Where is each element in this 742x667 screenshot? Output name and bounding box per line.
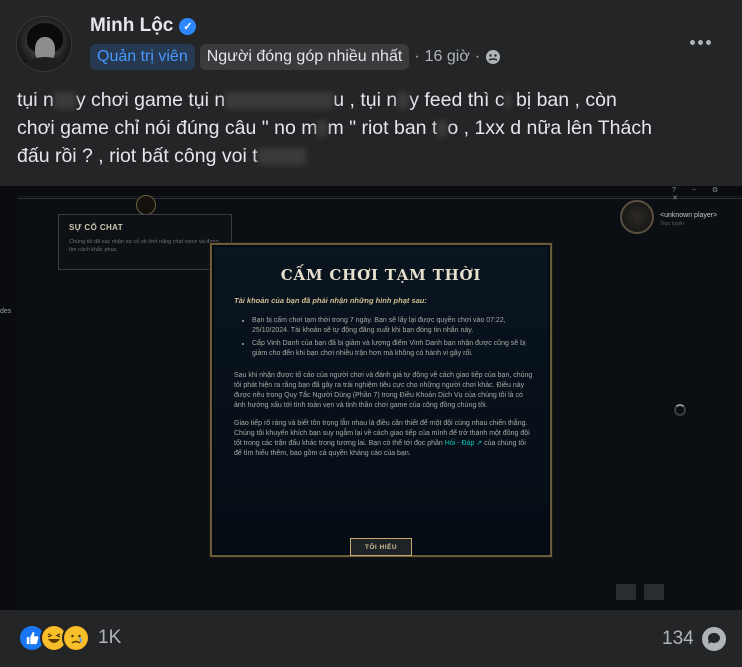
chat-icon [616, 584, 636, 600]
top-contributor-badge[interactable]: Người đóng góp nhiều nhất [199, 44, 410, 70]
verified-icon: ✓ [179, 17, 197, 35]
game-top-border [18, 198, 742, 199]
author-badges: Quản trị viên Người đóng góp nhiều nhất … [90, 44, 501, 70]
player-avatar [620, 200, 654, 234]
post-text: y chơi game tụi n [75, 89, 226, 111]
post-text: chơi game chỉ nói đúng câu " no m [17, 117, 318, 139]
post-time[interactable]: 16 giờ [425, 48, 470, 66]
post-body: tụi n y chơi game tụi n u , tụi n y feed th… [17, 86, 729, 170]
modal-body: Tài khoản của bạn đã phải nhận những hìn… [234, 296, 534, 467]
reaction-summary[interactable]: 1K [18, 624, 121, 652]
author-name[interactable]: Minh Lộc [90, 15, 173, 37]
penalty-item: Cấp Vinh Danh của bạn đã bị giảm và lượn… [252, 339, 534, 359]
modal-heading: Tài khoản của bạn đã phải nhận những hìn… [234, 296, 427, 305]
modal-paragraph: Sau khi nhận được tố cáo của người chơi … [234, 372, 533, 409]
faq-link[interactable]: Hỏi - Đáp ↗ [445, 440, 482, 447]
censored-text [317, 120, 328, 138]
censored-text [437, 120, 448, 138]
issue-title: SỰ CỐ CHAT [69, 223, 124, 232]
censored-text [397, 92, 410, 110]
acknowledge-button[interactable]: TÔI HIỂU [350, 538, 412, 556]
more-icon-dot [697, 39, 703, 45]
admin-badge[interactable]: Quản trị viên [90, 44, 195, 70]
author-name-row: Minh Lộc ✓ [90, 15, 197, 37]
censored-text [53, 92, 76, 110]
post-text: o , 1xx d nữa lên Thách [447, 117, 652, 139]
attached-screenshot[interactable]: ? − ⚙ ✕ SỰ CỐ CHAT Chúng tôi đã xác nhận… [0, 186, 742, 610]
post-text: bị ban , còn [510, 89, 617, 111]
player-name: <unknown player> [660, 212, 718, 219]
modal-paragraph: Giao tiếp rõ ràng và biết tôn trọng lẫn … [234, 419, 534, 459]
chat-issue-panel: SỰ CỐ CHAT Chúng tôi đã xác nhận sự cố v… [58, 214, 232, 270]
friends-icon [644, 584, 664, 600]
censored-text [504, 92, 511, 110]
more-icon-dot [689, 39, 695, 45]
comment-count: 134 [662, 628, 694, 649]
modal-title: CẤM CHƠI TẠM THỜI [280, 266, 482, 284]
post-text: y feed thì c [409, 89, 505, 111]
avatar-body [23, 57, 67, 71]
more-options-button[interactable] [682, 29, 718, 55]
author-avatar[interactable] [16, 16, 72, 72]
separator: · [474, 48, 481, 65]
comment-icon [701, 627, 726, 651]
loading-spinner-icon [674, 404, 686, 416]
player-profile: <unknown player> Trực tuyến [620, 200, 717, 234]
player-status: Trực tuyến [660, 221, 685, 227]
issue-text: Chúng tôi đã xác nhận sự cố về tính năng… [69, 239, 219, 253]
separator: · [414, 48, 420, 65]
care-icon [62, 624, 90, 652]
facebook-post: Minh Lộc ✓ Quản trị viên Người đóng góp … [0, 0, 742, 667]
comment-summary[interactable]: 134 [662, 627, 726, 651]
censored-text [225, 92, 334, 110]
post-text: u , tụi n [333, 89, 398, 111]
reaction-count: 1K [98, 627, 122, 648]
post-text: đấu rồi ? , riot bất công voi t [17, 145, 258, 167]
side-label: des [0, 308, 12, 315]
post-text: m " riot ban t [327, 117, 438, 139]
game-emblem-icon [136, 195, 156, 215]
more-icon-dot [705, 39, 711, 45]
post-text: tụi n [17, 89, 54, 111]
penalty-list: Bạn bị cấm chơi tạm thời trong 7 ngày. B… [234, 316, 534, 359]
group-audience-icon [486, 50, 501, 64]
ban-modal: CẤM CHƠI TẠM THỜI Tài khoản của bạn đã p… [210, 243, 552, 557]
censored-text [257, 148, 306, 166]
penalty-item: Bạn bị cấm chơi tạm thời trong 7 ngày. B… [252, 316, 534, 336]
